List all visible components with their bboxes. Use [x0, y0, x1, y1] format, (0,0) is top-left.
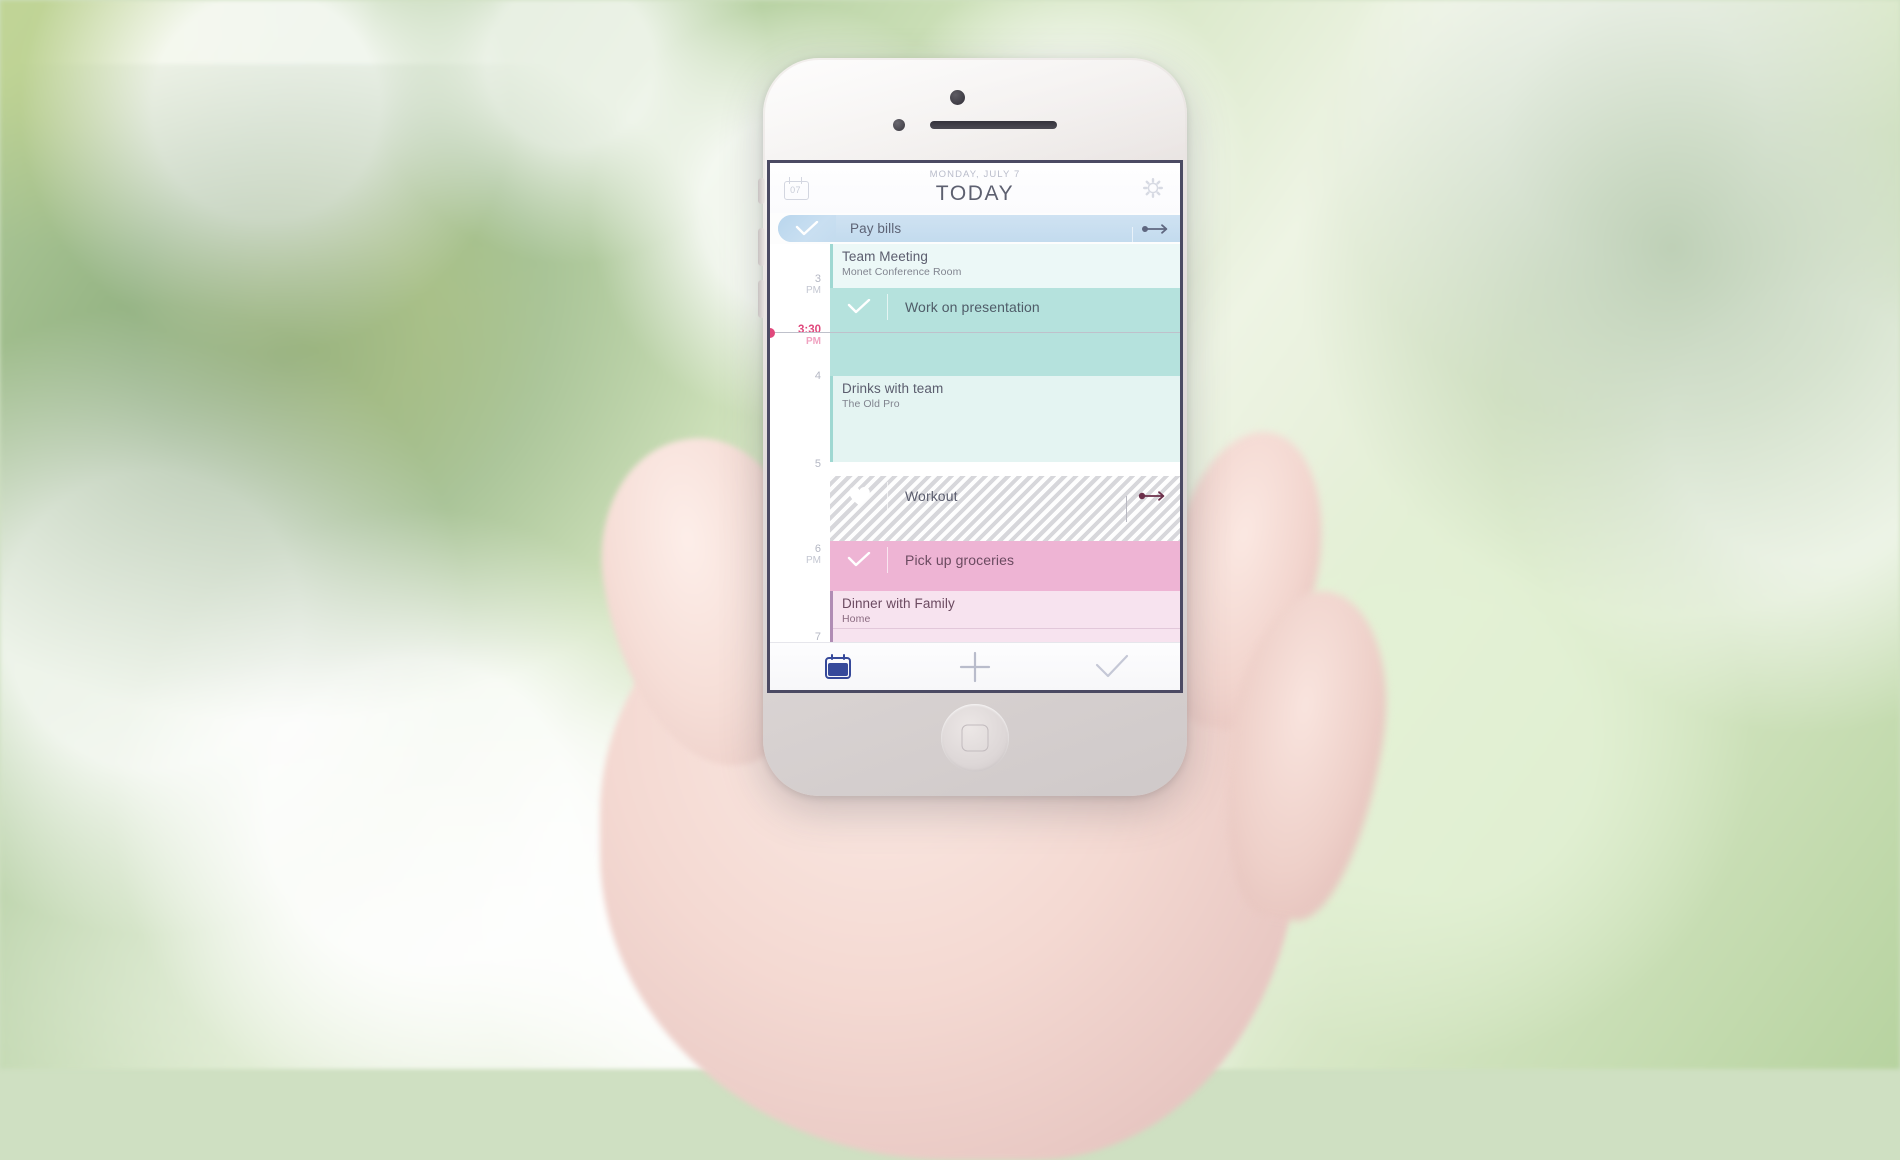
- checkmark-icon: [795, 220, 819, 235]
- task-label: Workout: [905, 488, 958, 504]
- checkmark-icon: [847, 552, 871, 567]
- calendar-event-dinner-with-family[interactable]: Dinner with Family Home: [830, 591, 1180, 642]
- calendar-block-workout[interactable]: Workout: [830, 476, 1180, 541]
- phone-screen: 07 MONDAY, JULY 7 TODAY Pay bills Team M…: [767, 160, 1183, 693]
- event-accent-bar: [830, 244, 833, 288]
- tick-hour: 5: [814, 458, 821, 470]
- event-accent-bar: [830, 376, 833, 462]
- app-header: 07 MONDAY, JULY 7 TODAY: [770, 163, 1180, 213]
- tick-hour: 3: [814, 273, 821, 285]
- volume-down-button[interactable]: [758, 280, 765, 318]
- page-title: TODAY: [935, 182, 1015, 205]
- event-accent-bar: [830, 591, 833, 642]
- home-button[interactable]: [941, 704, 1009, 772]
- pending-task-strip: Pay bills: [770, 213, 1180, 246]
- task-label: Work on presentation: [905, 299, 1040, 315]
- event-title: Drinks with team: [842, 381, 944, 396]
- calendar-block-pick-up-groceries[interactable]: Pick up groceries: [830, 541, 1180, 591]
- bottom-tab-bar: [770, 642, 1180, 690]
- complete-task-button[interactable]: [830, 476, 888, 516]
- calendar-event-team-meeting[interactable]: Team Meeting Monet Conference Room: [830, 244, 1180, 288]
- complete-task-button[interactable]: [830, 288, 888, 326]
- earpiece-speaker: [930, 121, 1057, 129]
- time-tick-5pm: 5: [815, 459, 821, 470]
- time-tick-7pm: 7: [814, 631, 821, 643]
- volume-up-button[interactable]: [758, 228, 765, 266]
- calendar-tab[interactable]: [770, 643, 907, 690]
- header-date-block: MONDAY, JULY 7 TODAY: [770, 168, 1180, 206]
- task-row-work-on-presentation[interactable]: Work on presentation: [830, 288, 1180, 326]
- event-title: Dinner with Family: [842, 596, 955, 611]
- background-shadow-left: [0, 64, 760, 727]
- task-row-pay-bills[interactable]: Pay bills: [778, 215, 1180, 246]
- timeline-entries: Team Meeting Monet Conference Room Work …: [830, 244, 1180, 642]
- event-title: Team Meeting: [842, 249, 928, 264]
- tick-meridiem: PM: [806, 555, 821, 566]
- checkmark-icon: [847, 299, 871, 314]
- defer-arrow-icon: [1142, 223, 1168, 234]
- tick-hour: 4: [814, 370, 821, 382]
- silent-switch[interactable]: [758, 178, 765, 204]
- day-timeline[interactable]: Team Meeting Monet Conference Room Work …: [770, 244, 1180, 642]
- time-tick-current: 3:30 PM: [797, 324, 821, 347]
- tick-hour: 3:30: [797, 324, 821, 336]
- tick-meridiem: PM: [806, 336, 821, 347]
- tick-hour: 6: [814, 543, 821, 555]
- checkmark-icon: [1095, 654, 1128, 677]
- heart-icon: [848, 486, 870, 505]
- complete-task-button[interactable]: [778, 215, 836, 242]
- task-row-workout[interactable]: Workout: [830, 476, 1180, 522]
- time-tick-4pm: 4: [815, 371, 821, 382]
- calendar-fill: [828, 663, 849, 676]
- smartphone-device: 07 MONDAY, JULY 7 TODAY Pay bills Team M…: [758, 58, 1187, 796]
- home-button-square: [961, 724, 989, 752]
- task-divider: [1126, 496, 1128, 522]
- defer-arrow-icon: [1138, 491, 1165, 501]
- event-location: The Old Pro: [842, 398, 900, 410]
- background-shadow-right: [1292, 0, 1900, 621]
- plus-icon: [959, 651, 991, 682]
- complete-task-button[interactable]: [830, 541, 888, 579]
- event-location: Home: [842, 613, 871, 625]
- calendar-filled-icon: [825, 654, 852, 679]
- task-label: Pay bills: [850, 221, 902, 236]
- tick-hour: 7: [814, 631, 821, 643]
- calendar-day-number: 07: [790, 184, 801, 195]
- event-location: Monet Conference Room: [842, 266, 962, 278]
- header-date: MONDAY, JULY 7: [929, 169, 1021, 180]
- defer-task-button[interactable]: [1126, 490, 1180, 522]
- defer-task-button[interactable]: [1132, 223, 1180, 246]
- front-camera-icon: [950, 90, 965, 105]
- current-time-indicator: [770, 327, 1180, 338]
- time-tick-3pm: 3 PM: [806, 273, 821, 297]
- add-tab[interactable]: [907, 643, 1044, 690]
- calendar-icon[interactable]: 07: [784, 176, 809, 200]
- event-inner-divider: [833, 628, 1180, 629]
- task-label: Pick up groceries: [905, 552, 1015, 568]
- time-gutter: 3 PM 3:30 PM 4 5 6 PM 7: [770, 244, 830, 642]
- completed-tab[interactable]: [1043, 643, 1180, 690]
- tick-meridiem: PM: [806, 285, 821, 296]
- task-divider: [1132, 226, 1133, 246]
- calendar-event-drinks-with-team[interactable]: Drinks with team The Old Pro: [830, 376, 1180, 462]
- time-tick-6pm: 6 PM: [806, 543, 821, 567]
- gear-icon[interactable]: [1140, 175, 1166, 201]
- proximity-sensor: [893, 119, 905, 131]
- task-row-pick-up-groceries[interactable]: Pick up groceries: [830, 541, 1180, 579]
